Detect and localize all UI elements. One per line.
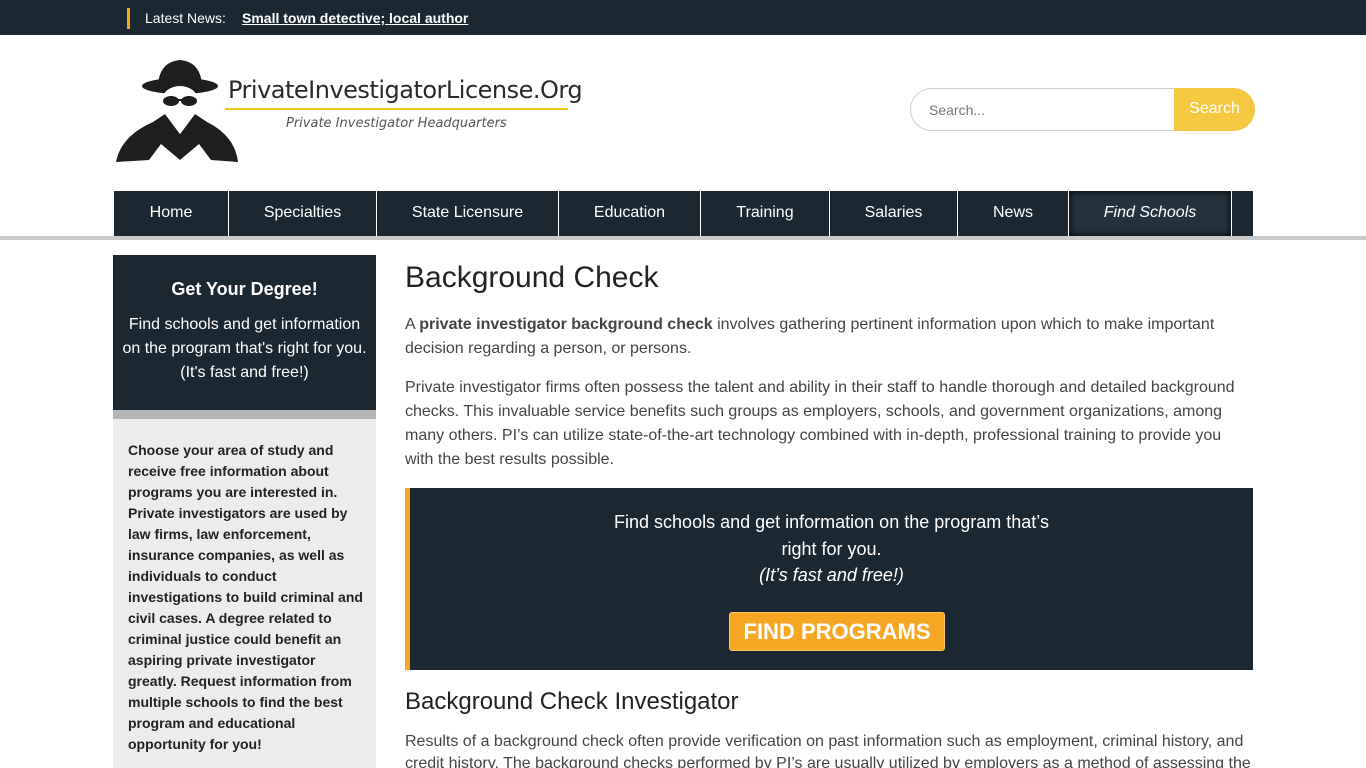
- sidebar-subtext: Find schools and get information on the …: [122, 316, 367, 381]
- banner-line-1: Find schools and get information on the …: [614, 512, 1049, 532]
- sidebar-heading: Get Your Degree!: [171, 279, 318, 299]
- nav-item-home[interactable]: Home: [113, 191, 228, 236]
- logo-tagline: Private Investigator Headquarters: [286, 116, 507, 131]
- results-paragraph: Results of a background check often prov…: [405, 733, 1251, 768]
- logo-title: PrivateInvestigatorLicense.Org: [228, 76, 583, 104]
- sidebar-cta-box[interactable]: Get Your Degree! Find schools and get in…: [113, 255, 376, 410]
- search-button[interactable]: Search: [1174, 88, 1255, 131]
- banner-line-2: right for you.: [781, 539, 882, 559]
- nav-item-specialties[interactable]: Specialties: [228, 191, 376, 236]
- nav-item-salaries[interactable]: Salaries: [829, 191, 957, 236]
- intro-paragraph: A private investigator background check …: [405, 313, 1235, 361]
- nav-item-state-licensure[interactable]: State Licensure: [376, 191, 558, 236]
- nav-item-education[interactable]: Education: [558, 191, 700, 236]
- nav-item-find-schools[interactable]: Find Schools: [1068, 191, 1232, 236]
- nav-item-news[interactable]: News: [957, 191, 1068, 236]
- section-heading: Background Check Investigator: [405, 688, 739, 715]
- search-form: Search: [910, 88, 1255, 131]
- services-paragraph: Private investigator firms often possess…: [405, 379, 1235, 468]
- site-logo[interactable]: PrivateInvestigatorLicense.Org Private I…: [113, 56, 583, 168]
- sidebar-body-text: Choose your area of study and receive fr…: [128, 442, 363, 752]
- main-nav: Home Specialties State Licensure Educati…: [113, 191, 1253, 236]
- news-label: Latest News:: [145, 10, 226, 26]
- news-headline-link[interactable]: Small town detective; local author: [242, 10, 468, 26]
- find-programs-button[interactable]: FIND PROGRAMS: [729, 612, 945, 651]
- intro-bold-term: private investigator background check: [419, 316, 713, 333]
- intro-prefix: A: [405, 316, 420, 333]
- news-bar: Latest News: Small town detective; local…: [0, 0, 1366, 35]
- sidebar-divider: [113, 410, 376, 419]
- find-programs-banner: Find schools and get information on the …: [405, 488, 1253, 670]
- page-title: Background Check: [405, 261, 659, 294]
- detective-logo-icon: [116, 60, 238, 162]
- nav-item-training[interactable]: Training: [700, 191, 829, 236]
- news-accent-bar: [127, 8, 130, 29]
- main-content: Background Check A private investigator …: [405, 258, 1255, 468]
- sidebar-info-box: Choose your area of study and receive fr…: [113, 419, 376, 768]
- nav-underline-strip: [0, 236, 1366, 240]
- search-input[interactable]: [910, 88, 1175, 131]
- banner-text: Find schools and get information on the …: [410, 509, 1253, 563]
- logo-underline: [225, 108, 568, 110]
- banner-italic-note: (It’s fast and free!): [759, 565, 904, 585]
